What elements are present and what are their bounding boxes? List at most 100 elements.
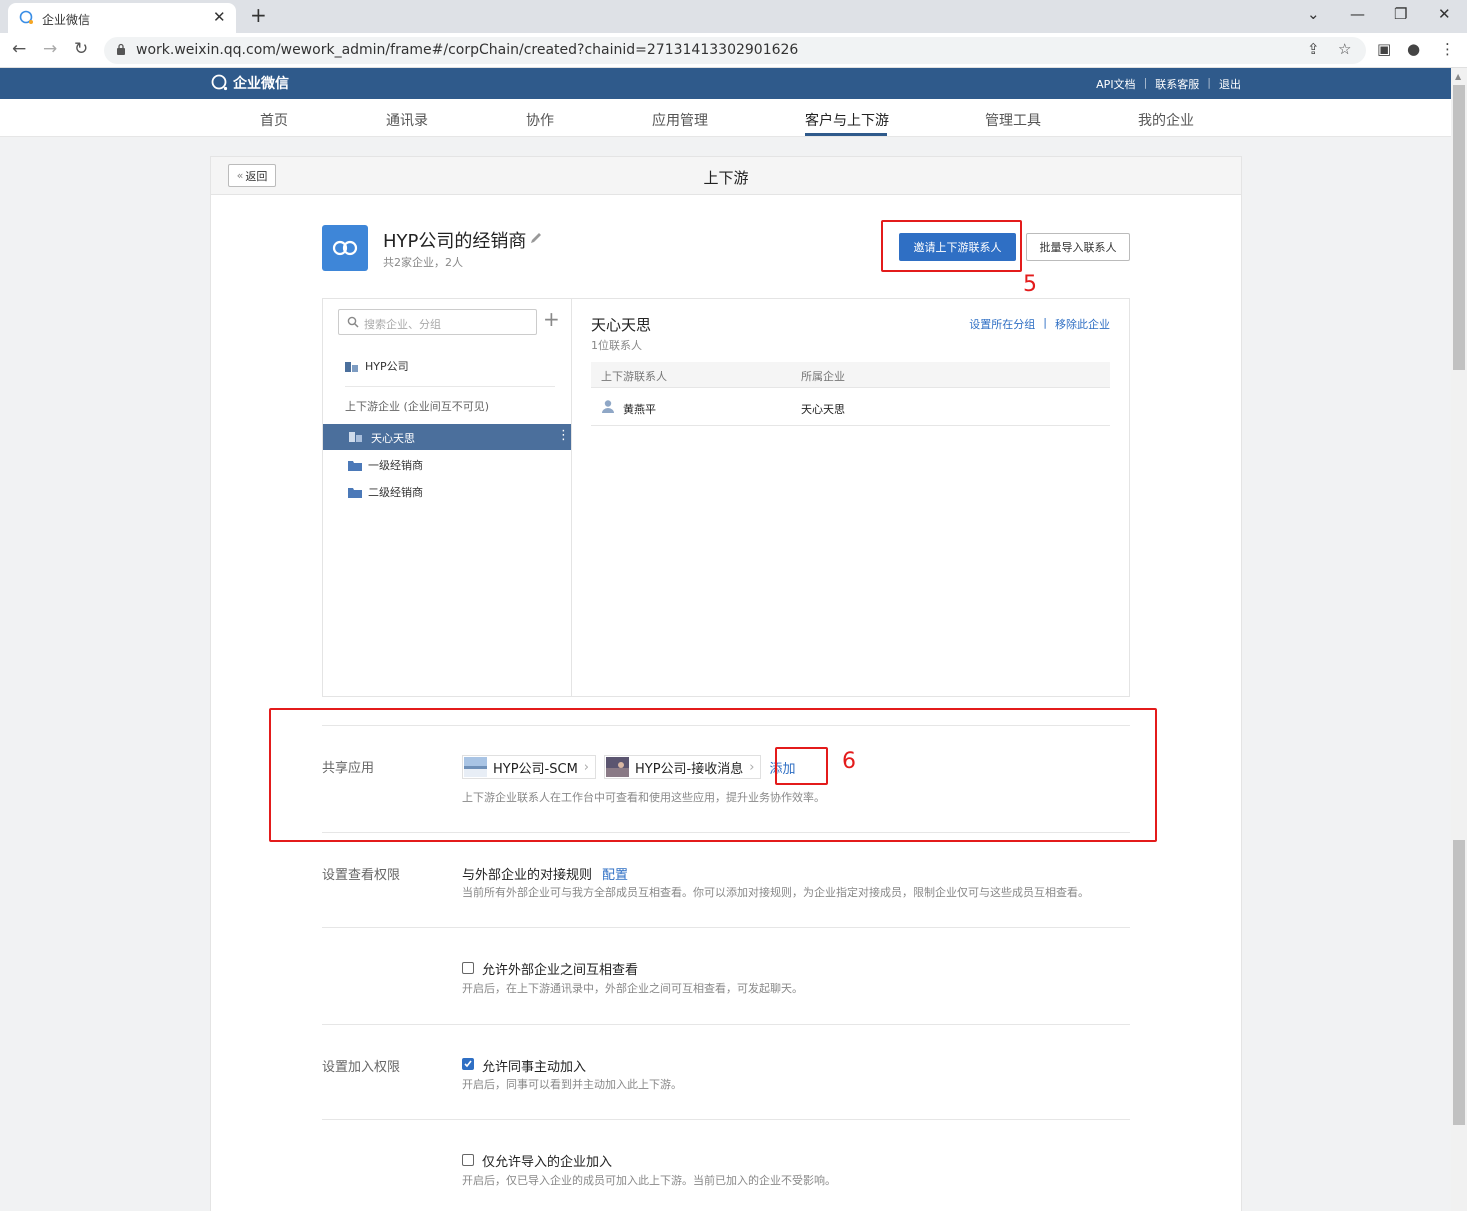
wecom-logo[interactable]: 企业微信 bbox=[210, 73, 289, 93]
back-label: 返回 bbox=[245, 169, 268, 183]
tab-search-icon[interactable]: ⌄ bbox=[1307, 5, 1320, 23]
corp-tree: 搜索企业、分组 + HYP公司 上下游企业 (企业间互不可见) 天心天思 ⋮ 一… bbox=[323, 299, 572, 696]
side-panel-icon[interactable]: ▣ bbox=[1377, 40, 1391, 58]
nav-customers-chain[interactable]: 客户与上下游 bbox=[805, 110, 889, 130]
configure-rule-link[interactable]: 配置 bbox=[602, 868, 628, 883]
add-group-icon[interactable]: + bbox=[543, 307, 560, 331]
wecom-logo-icon bbox=[211, 74, 228, 91]
bookmark-star-icon[interactable]: ☆ bbox=[1338, 40, 1351, 58]
wecom-favicon-icon bbox=[19, 10, 33, 24]
address-bar-row: ← → ↻ work.weixin.qq.com/wework_admin/fr… bbox=[0, 33, 1467, 68]
chain-card: 上下游 «返回 HYP公司的经销商 共2家企业，2人 邀请上下游联系人 批量导入… bbox=[210, 156, 1242, 1211]
rule-title: 与外部企业的对接规则 bbox=[462, 868, 593, 883]
new-tab-icon[interactable]: + bbox=[250, 3, 267, 27]
corp-item-selected[interactable]: 天心天思 ⋮ bbox=[323, 424, 571, 450]
browser-tab-bar: 企业微信 ✕ + ⌄ — ❐ ✕ bbox=[0, 0, 1467, 33]
corp-detail: 天心天思 1位联系人 设置所在分组 | 移除此企业 上下游联系人 所属企业 黄燕… bbox=[572, 299, 1129, 696]
nav-apps[interactable]: 应用管理 bbox=[652, 110, 708, 130]
nav-contacts[interactable]: 通讯录 bbox=[386, 110, 428, 130]
checkmark-icon bbox=[464, 1060, 472, 1068]
annotation-box-shared-apps bbox=[269, 708, 1157, 842]
reload-icon[interactable]: ↻ bbox=[74, 39, 88, 59]
mutual-view-label: 允许外部企业之间互相查看 bbox=[482, 963, 639, 978]
url-field[interactable]: work.weixin.qq.com/wework_admin/frame#/c… bbox=[104, 37, 1366, 64]
restore-icon[interactable]: ❐ bbox=[1394, 5, 1407, 23]
building-icon bbox=[349, 432, 362, 442]
annotation-number-6: 6 bbox=[842, 749, 856, 774]
group-item-level2[interactable]: 二级经销商 bbox=[348, 484, 423, 500]
annotation-number-5: 5 bbox=[1023, 272, 1037, 297]
tab-close-icon[interactable]: ✕ bbox=[213, 8, 226, 26]
folder-icon bbox=[348, 460, 362, 471]
rule-title-row: 与外部企业的对接规则 配置 bbox=[462, 864, 628, 883]
browser-tab[interactable]: 企业微信 ✕ bbox=[8, 3, 236, 33]
api-docs-link[interactable]: API文档 bbox=[1096, 76, 1135, 92]
support-link[interactable]: 联系客服 bbox=[1155, 76, 1199, 92]
nav-my-corp[interactable]: 我的企业 bbox=[1138, 110, 1194, 130]
group-item-level1[interactable]: 一级经销商 bbox=[348, 457, 423, 473]
folder-icon bbox=[348, 487, 362, 498]
divider bbox=[345, 386, 555, 387]
colleague-join-desc: 开启后，同事可以看到并主动加入此上下游。 bbox=[462, 1078, 682, 1091]
double-left-icon: « bbox=[236, 169, 244, 182]
view-permission-label: 设置查看权限 bbox=[322, 868, 401, 883]
set-group-link[interactable]: 设置所在分组 bbox=[969, 316, 1035, 332]
contact-name: 黄燕平 bbox=[623, 403, 656, 416]
nav-collab[interactable]: 协作 bbox=[526, 110, 554, 130]
lock-icon bbox=[117, 43, 125, 55]
link-separator: | bbox=[1043, 316, 1047, 329]
contact-corp: 天心天思 bbox=[801, 403, 845, 416]
divider bbox=[322, 1024, 1130, 1025]
nav-home[interactable]: 首页 bbox=[260, 110, 288, 130]
page-title: 上下游 bbox=[703, 169, 749, 187]
divider bbox=[322, 1119, 1130, 1120]
minimize-icon[interactable]: — bbox=[1350, 5, 1365, 23]
group-label: 二级经销商 bbox=[368, 486, 423, 499]
contacts-table-header: 上下游联系人 所属企业 bbox=[591, 362, 1110, 388]
mutual-view-checkbox[interactable] bbox=[462, 962, 474, 974]
forward-arrow-icon[interactable]: → bbox=[43, 39, 57, 59]
user-avatar-icon bbox=[602, 400, 614, 413]
logo-text: 企业微信 bbox=[233, 76, 289, 92]
logout-link[interactable]: 退出 bbox=[1219, 76, 1241, 92]
scrollbar-thumb-secondary[interactable] bbox=[1453, 840, 1465, 1125]
divider bbox=[322, 927, 1130, 928]
corp-detail-title: 天心天思 bbox=[591, 316, 652, 334]
more-options-icon[interactable]: ⋮ bbox=[557, 428, 570, 443]
rule-desc: 当前所有外部企业可与我方全部成员互相查看。你可以添加对接规则，为企业指定对接成员… bbox=[462, 886, 1089, 899]
imported-only-checkbox[interactable] bbox=[462, 1154, 474, 1166]
chain-name: HYP公司的经销商 bbox=[383, 231, 527, 252]
remove-corp-link[interactable]: 移除此企业 bbox=[1055, 316, 1110, 332]
corp-search-input[interactable]: 搜索企业、分组 bbox=[338, 309, 537, 335]
back-button[interactable]: «返回 bbox=[228, 164, 276, 187]
app-top-bar: 企业微信 API文档 | 联系客服 | 退出 bbox=[0, 68, 1451, 99]
window-close-icon[interactable]: ✕ bbox=[1438, 5, 1451, 23]
nav-tools[interactable]: 管理工具 bbox=[985, 110, 1041, 130]
share-icon[interactable]: ⇪ bbox=[1307, 40, 1320, 58]
scroll-up-icon[interactable]: ▲ bbox=[1455, 72, 1461, 81]
browser-menu-icon[interactable]: ⋮ bbox=[1440, 40, 1455, 58]
corp-actions: 设置所在分组 | 移除此企业 bbox=[969, 316, 1110, 332]
batch-import-button[interactable]: 批量导入联系人 bbox=[1026, 233, 1130, 261]
back-arrow-icon[interactable]: ← bbox=[12, 39, 26, 59]
url-text: work.weixin.qq.com/wework_admin/frame#/c… bbox=[136, 42, 799, 58]
profile-icon[interactable]: ● bbox=[1407, 40, 1420, 58]
colleague-join-checkbox[interactable] bbox=[462, 1058, 474, 1070]
search-placeholder: 搜索企业、分组 bbox=[364, 318, 441, 331]
column-header-contact: 上下游联系人 bbox=[601, 370, 667, 383]
chain-section-label: 上下游企业 (企业间互不可见) bbox=[345, 400, 490, 413]
own-corp-item[interactable]: HYP公司 bbox=[345, 358, 409, 374]
chain-summary: 共2家企业，2人 bbox=[383, 256, 463, 269]
card-header: 上下游 «返回 bbox=[211, 157, 1241, 195]
corp-contact-count: 1位联系人 bbox=[591, 339, 642, 352]
chain-logo-icon bbox=[322, 225, 368, 271]
scrollbar-thumb[interactable] bbox=[1453, 85, 1465, 370]
colleague-join-label: 允许同事主动加入 bbox=[482, 1060, 587, 1075]
building-icon bbox=[345, 361, 358, 372]
chain-panel: 搜索企业、分组 + HYP公司 上下游企业 (企业间互不可见) 天心天思 ⋮ 一… bbox=[322, 298, 1130, 697]
active-nav-indicator bbox=[805, 133, 887, 136]
link-separator: | bbox=[1143, 76, 1148, 89]
edit-pencil-icon[interactable] bbox=[529, 231, 543, 245]
table-row[interactable]: 黄燕平 天心天思 bbox=[591, 388, 1110, 426]
corp-item-label: 天心天思 bbox=[371, 432, 415, 445]
